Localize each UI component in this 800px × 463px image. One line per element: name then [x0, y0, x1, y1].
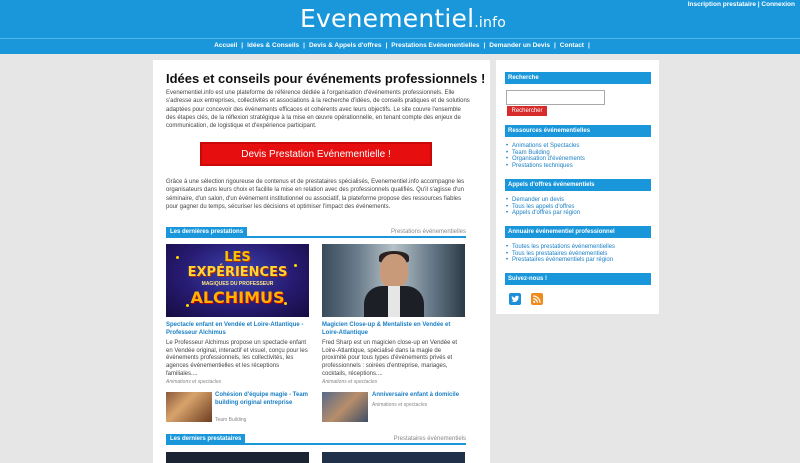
sidebar-link[interactable]: Prestations techniques — [506, 163, 652, 170]
small-card-title[interactable]: Cohésion d'équipe magie - Team building … — [215, 392, 310, 407]
nav-item-demander-devis[interactable]: Demander un Devis — [485, 42, 554, 49]
card-image-magician[interactable] — [322, 244, 465, 317]
sidebar-heading-follow: Suivez-nous ! — [505, 273, 651, 285]
directory-list: Toutes les prestations événementielles T… — [506, 244, 652, 264]
prestataire-card-image[interactable] — [166, 452, 309, 463]
photo-person — [380, 254, 408, 288]
search-button[interactable]: Rechercher — [507, 106, 547, 116]
card-title[interactable]: Spectacle enfant en Vendée et Loire-Atla… — [166, 322, 309, 338]
main-content: Idées et conseils pour événements profes… — [153, 60, 490, 463]
card-excerpt: Fred Sharp est un magicien close-up en V… — [322, 340, 458, 377]
tenders-list: Demander un devis Tous les appels d'offr… — [506, 197, 652, 217]
logo-main: Evenementiel — [300, 4, 475, 33]
devis-cta-button[interactable]: Devis Prestation Evénementielle ! — [200, 142, 432, 166]
sidebar-heading-resources: Ressources événementielles — [505, 125, 651, 137]
sparkle — [186, 304, 189, 307]
section-link[interactable]: Prestataires événementiels — [394, 436, 466, 442]
sidebar-link[interactable]: Appels d'offres par région — [506, 210, 652, 217]
sidebar-heading-directory: Annuaire événementiel professionnel — [505, 226, 651, 238]
card-image-alchimus[interactable]: LES EXPÉRIENCES MAGIQUES DU PROFESSEUR A… — [166, 244, 309, 317]
card-category[interactable]: Animations et spectacles — [322, 379, 377, 385]
section-link[interactable]: Prestations événementielles — [391, 229, 466, 235]
nav-separator: | — [587, 42, 590, 49]
sidebar-heading-tenders: Appels d'offres événementiels — [505, 179, 651, 191]
twitter-icon[interactable] — [509, 293, 521, 305]
nav-item-idees-conseils[interactable]: Idées & Conseils — [243, 42, 303, 49]
site-header: Evenementiel.info Inscription prestatair… — [0, 0, 800, 54]
small-card-title[interactable]: Anniversaire enfant à domicile — [372, 392, 467, 400]
photo-person — [388, 286, 400, 317]
rss-icon[interactable] — [531, 293, 543, 305]
section-tab[interactable]: Les derniers prestataires — [166, 434, 246, 444]
image-text: LES — [224, 250, 251, 265]
nav-item-devis[interactable]: Devis & Appels d'offres — [305, 42, 385, 49]
intro-text: Evenementiel.info est une plateforme de … — [166, 90, 470, 130]
card-category[interactable]: Animations et spectacles — [166, 379, 221, 385]
sparkle — [176, 256, 179, 259]
nav-item-prestations[interactable]: Prestations Evénementielles — [387, 42, 483, 49]
thumb-anniversaire[interactable] — [322, 392, 368, 422]
small-card-category[interactable]: Animations et spectacles — [372, 402, 427, 408]
thumb-team-building[interactable] — [166, 392, 212, 422]
page-title: Idées et conseils pour événements profes… — [166, 71, 486, 86]
nav-item-contact[interactable]: Contact — [556, 42, 588, 49]
site-logo[interactable]: Evenementiel.info — [300, 4, 506, 33]
card-excerpt: Le Professeur Alchimus propose un specta… — [166, 340, 308, 377]
nav-item-accueil[interactable]: Accueil — [210, 42, 241, 49]
sparkle — [294, 264, 297, 267]
prestataire-card-image[interactable] — [322, 452, 465, 463]
card-title[interactable]: Magicien Close-up & Mentaliste en Vendée… — [322, 322, 465, 338]
section-header-prestataires: Les derniers prestataires Prestataires é… — [166, 434, 466, 445]
resources-list: Animations et Spectacles Team Building O… — [506, 143, 652, 169]
sidebar-link[interactable]: Prestataires événementiels par région — [506, 257, 652, 264]
image-text: EXPÉRIENCES — [187, 265, 288, 280]
image-text: MAGIQUES DU PROFESSEUR — [201, 281, 274, 287]
account-links[interactable]: Inscription prestataire | Connexion — [688, 1, 795, 8]
section-header-prestations: Les dernières prestations Prestations év… — [166, 227, 466, 238]
sidebar: Recherche Rechercher Ressources événemen… — [496, 60, 659, 314]
search-input[interactable] — [506, 90, 605, 105]
logo-tld: .info — [474, 15, 506, 31]
section-tab[interactable]: Les dernières prestations — [166, 227, 248, 237]
body-text: Grâce à une sélection rigoureuse de cont… — [166, 179, 465, 210]
sparkle — [284, 302, 287, 305]
sidebar-heading-search: Recherche — [505, 72, 651, 84]
small-card-category[interactable]: Team Building — [215, 417, 246, 423]
main-nav: Accueil | Idées & Conseils | Devis & Appel… — [0, 38, 800, 52]
